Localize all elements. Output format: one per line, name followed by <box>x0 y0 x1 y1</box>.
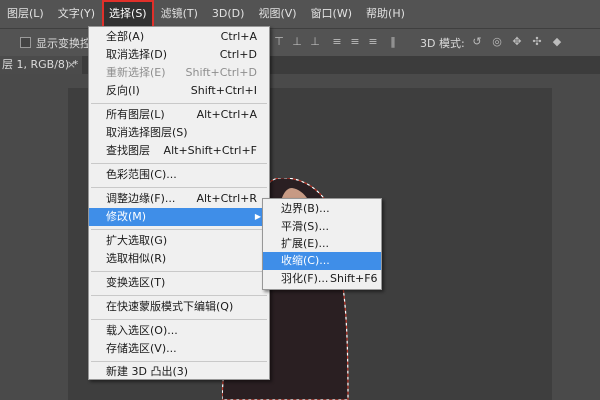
submenu-arrow-icon: ▶ <box>254 212 261 221</box>
menu-item-new-3d-extrusion[interactable]: 新建 3D 凸出(3) <box>89 363 269 381</box>
menu-separator <box>91 319 267 320</box>
menu-separator <box>91 229 267 230</box>
menu-layer[interactable]: 图层(L) <box>0 0 51 28</box>
menu-item-inverse[interactable]: 反向(I) Shift+Ctrl+I <box>89 82 269 100</box>
align-vcenter-icon[interactable]: ⊥ <box>290 35 304 49</box>
3d-roll-icon[interactable]: ◎ <box>490 35 504 49</box>
menu-bar: 图层(L) 文字(Y) 选择(S) 滤镜(T) 3D(D) 视图(V) 窗口(W… <box>0 0 600 28</box>
menu-item-find-layers[interactable]: 查找图层 Alt+Shift+Ctrl+F <box>89 142 269 160</box>
menu-separator <box>91 103 267 104</box>
distribute-h-icon[interactable]: ‖ <box>386 35 400 49</box>
menu-separator <box>91 163 267 164</box>
menu-3d[interactable]: 3D(D) <box>205 0 252 28</box>
distribute-bottom-icon[interactable]: ≡ <box>366 35 380 49</box>
menu-item-color-range[interactable]: 色彩范围(C)... <box>89 166 269 184</box>
menu-separator <box>91 361 267 362</box>
submenu-item-smooth[interactable]: 平滑(S)... <box>263 218 381 236</box>
menu-window[interactable]: 窗口(W) <box>304 0 359 28</box>
menu-item-grow[interactable]: 扩大选取(G) <box>89 232 269 250</box>
menu-item-save-selection[interactable]: 存储选区(V)... <box>89 340 269 358</box>
close-icon[interactable]: × <box>67 56 76 74</box>
menu-separator <box>91 295 267 296</box>
menu-item-quick-mask[interactable]: 在快速蒙版模式下编辑(Q) <box>89 298 269 316</box>
menu-item-all[interactable]: 全部(A) Ctrl+A <box>89 28 269 46</box>
align-top-icon[interactable]: ⊤ <box>272 35 286 49</box>
submenu-item-expand[interactable]: 扩展(E)... <box>263 235 381 253</box>
menu-item-all-layers[interactable]: 所有图层(L) Alt+Ctrl+A <box>89 106 269 124</box>
modify-submenu: 边界(B)... 平滑(S)... 扩展(E)... 收缩(C)... 羽化(F… <box>262 198 382 290</box>
submenu-item-border[interactable]: 边界(B)... <box>263 200 381 218</box>
menu-separator <box>91 187 267 188</box>
document-tab[interactable]: 层 1, RGB/8) * × <box>0 56 82 74</box>
menu-select[interactable]: 选择(S) <box>102 0 154 28</box>
menu-item-transform-selection[interactable]: 变换选区(T) <box>89 274 269 292</box>
menu-separator <box>91 271 267 272</box>
3d-pan-icon[interactable]: ✥ <box>510 35 524 49</box>
menu-item-modify[interactable]: 修改(M) ▶ <box>89 208 269 226</box>
menu-item-deselect-layers[interactable]: 取消选择图层(S) <box>89 124 269 142</box>
menu-item-refine-edge[interactable]: 调整边缘(F)... Alt+Ctrl+R <box>89 190 269 208</box>
show-transform-checkbox[interactable] <box>20 37 31 48</box>
3d-mode-label: 3D 模式: <box>420 37 465 50</box>
menu-item-reselect[interactable]: 重新选择(E) Shift+Ctrl+D <box>89 64 269 82</box>
menu-view[interactable]: 视图(V) <box>251 0 303 28</box>
menu-item-similar[interactable]: 选取相似(R) <box>89 250 269 268</box>
3d-rotate-icon[interactable]: ↺ <box>470 35 484 49</box>
distribute-center-icon[interactable]: ≡ <box>348 35 362 49</box>
3d-slide-icon[interactable]: ✣ <box>530 35 544 49</box>
menu-filter[interactable]: 滤镜(T) <box>154 0 205 28</box>
menu-help[interactable]: 帮助(H) <box>359 0 412 28</box>
select-menu-dropdown: 全部(A) Ctrl+A 取消选择(D) Ctrl+D 重新选择(E) Shif… <box>88 26 270 380</box>
submenu-item-feather[interactable]: 羽化(F)... Shift+F6 <box>263 270 381 288</box>
distribute-top-icon[interactable]: ≡ <box>330 35 344 49</box>
menu-type[interactable]: 文字(Y) <box>51 0 102 28</box>
3d-scale-icon[interactable]: ◆ <box>550 35 564 49</box>
submenu-item-contract[interactable]: 收缩(C)... <box>263 252 381 270</box>
align-bottom-icon[interactable]: ⊥ <box>308 35 322 49</box>
menu-item-deselect[interactable]: 取消选择(D) Ctrl+D <box>89 46 269 64</box>
menu-item-load-selection[interactable]: 载入选区(O)... <box>89 322 269 340</box>
